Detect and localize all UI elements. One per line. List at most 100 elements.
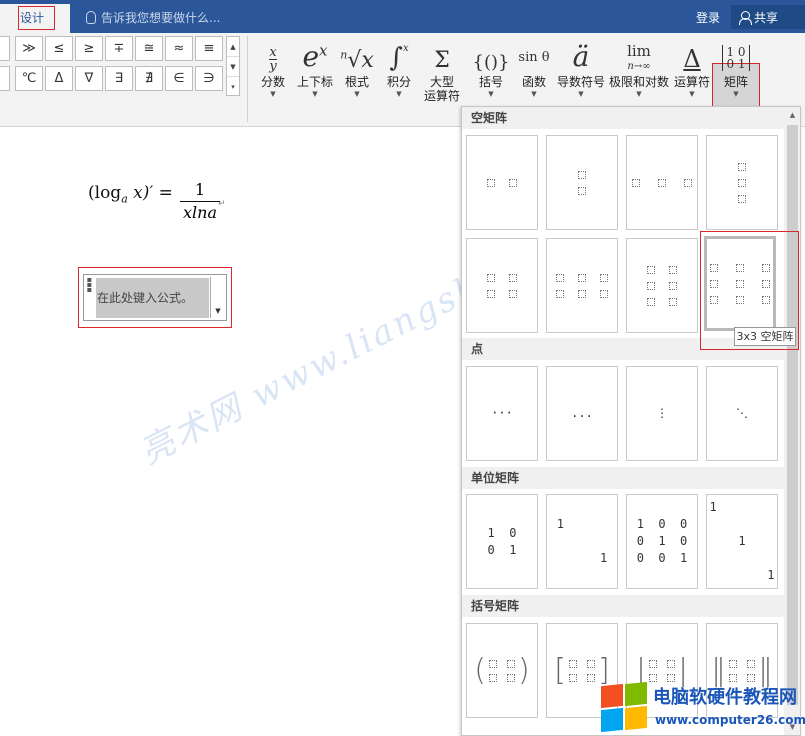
accent-icon: ä — [572, 40, 590, 73]
script-button[interactable]: ex 上下标 ▼ — [294, 35, 336, 123]
identity-matrix-3[interactable]: 1 1 1 — [706, 494, 778, 589]
chevron-down-icon: ▼ — [689, 90, 695, 98]
gallery-down-icon[interactable]: ▼ — [227, 57, 239, 77]
identity-matrix-1[interactable]: 1 1 — [546, 494, 618, 589]
symbol-0-6[interactable]: ≡ — [195, 36, 223, 61]
scroll-thumb[interactable] — [787, 125, 798, 705]
equation-log-derivative[interactable]: (loga x)′ = — [88, 183, 173, 205]
matrix-2x2[interactable] — [466, 238, 538, 333]
bracket-left-icon: [ — [554, 653, 566, 688]
chevron-down-icon: ▼ — [636, 90, 642, 98]
share-button[interactable]: 共享 — [731, 5, 805, 29]
site-logo: 电脑软硬件教程网 www.computer26.com — [598, 680, 805, 734]
placeholder-box — [487, 178, 495, 187]
tell-me-text: 告诉我您想要做什么... — [101, 11, 221, 25]
placeholder-box — [489, 659, 497, 668]
app-root: 设计 告诉我您想要做什么... 登录 共享 ≫ ≤ ≥ ∓ ≅ ≈ ≡ ℃ Δ ∇ ∃ ∄ ∈ ∋ ▲ ▼… — [0, 0, 805, 736]
matrix-grid — [578, 170, 586, 195]
matrix-2x3[interactable] — [546, 238, 618, 333]
identity-matrix-2[interactable]: 1 0 0 0 1 0 0 0 1 — [626, 494, 698, 589]
symbol-0-1[interactable]: ≤ — [45, 36, 73, 61]
placeholder-box — [738, 162, 746, 171]
tooltip: 3x3 空矩阵 — [734, 327, 796, 346]
equation-placeholder[interactable]: 在此处键入公式。 — [96, 278, 209, 318]
symbol-partial[interactable] — [0, 66, 10, 91]
delta-operator-icon: Δ — [683, 45, 701, 73]
gallery-more-icon[interactable]: ▾ — [227, 77, 239, 97]
placeholder-box — [556, 273, 564, 282]
integral-button[interactable]: ∫x 积分 ▼ — [382, 35, 416, 123]
bracket-matrix-content: () — [474, 653, 529, 688]
dots-2[interactable]: ⋮ — [626, 366, 698, 461]
matrix-3x1[interactable] — [706, 135, 778, 230]
symbol-1-4[interactable]: ∄ — [135, 66, 163, 91]
identity-matrix-0[interactable]: 1 0 0 1 — [466, 494, 538, 589]
symbol-0-2[interactable]: ≥ — [75, 36, 103, 61]
tab-design[interactable]: 设计 — [0, 4, 70, 33]
function-label: 函数 — [521, 75, 546, 89]
symbol-0-0[interactable]: ≫ — [15, 36, 43, 61]
symbol-1-6[interactable]: ∋ — [195, 66, 223, 91]
placeholder-box — [600, 289, 608, 298]
symbol-1-0[interactable]: ℃ — [15, 66, 43, 91]
symbol-gallery-scroll[interactable]: ▲ ▼ ▾ — [226, 36, 240, 96]
dots-3[interactable]: ⋱ — [706, 366, 778, 461]
symbol-1-1[interactable]: Δ — [45, 66, 73, 91]
bracket-matrix-0[interactable]: () — [466, 623, 538, 718]
gallery-up-icon[interactable]: ▲ — [227, 37, 239, 57]
matrix-1x3[interactable] — [626, 135, 698, 230]
chevron-down-icon: ▼ — [578, 90, 584, 98]
dots-symbol: ⋮ — [656, 406, 668, 420]
matrix-dropdown-panel: 空矩阵 点 单位矩阵 括号矩阵 ▲ ▼ ···... ⋮ ⋱ 1 0 0 11 11 … — [461, 106, 801, 736]
placeholder-box — [578, 273, 586, 282]
accent-label: 导数符号 — [556, 75, 605, 89]
fraction-icon: xy — [269, 45, 277, 74]
symbol-1-2[interactable]: ∇ — [75, 66, 103, 91]
section-bracket-matrix: 括号矩阵 — [462, 595, 784, 617]
placeholder-box — [667, 659, 675, 668]
chevron-down-icon: ▼ — [488, 90, 494, 98]
limit-icon: lim n→∞ — [627, 42, 651, 73]
radical-button[interactable]: n√x 根式 ▼ — [339, 35, 375, 123]
matrix-grid — [569, 659, 595, 682]
formula-right: x)′ = — [127, 183, 173, 203]
tell-me-search[interactable]: 告诉我您想要做什么... — [86, 9, 220, 26]
symbol-1-5[interactable]: ∈ — [165, 66, 193, 91]
limit-log-label: 极限和对数 — [609, 75, 670, 89]
dots-1[interactable]: ... — [546, 366, 618, 461]
matrix-1x2[interactable] — [466, 135, 538, 230]
matrix-grid — [632, 178, 692, 187]
fraction-button[interactable]: xy 分数 ▼ — [256, 35, 290, 123]
dots-symbol: ⋱ — [736, 406, 748, 420]
symbol-0-3[interactable]: ∓ — [105, 36, 133, 61]
placeholder-box — [507, 673, 515, 682]
panel-scrollbar[interactable]: ▲ ▼ — [784, 107, 800, 735]
placeholder-box — [507, 659, 515, 668]
fraction-bar — [180, 201, 220, 202]
scroll-up-icon[interactable]: ▲ — [784, 107, 800, 123]
dots-symbol: ··· — [491, 406, 513, 420]
placeholder-box — [578, 186, 586, 195]
matrix-2x1[interactable] — [546, 135, 618, 230]
placeholder-box — [509, 289, 517, 298]
integral-icon: ∫x — [389, 43, 409, 73]
large-operator-label: 大型 运算符 — [423, 75, 460, 103]
symbol-0-4[interactable]: ≅ — [135, 36, 163, 61]
large-operator-button[interactable]: Σ 大型 运算符 — [420, 35, 464, 123]
identity-matrix-text: 1 0 0 1 — [487, 525, 517, 557]
grip-handle-icon[interactable]: ▪ ▪ ▪ — [85, 276, 94, 294]
symbol-partial[interactable] — [0, 36, 10, 61]
symbol-0-5[interactable]: ≈ — [165, 36, 193, 61]
placeholder-box — [632, 178, 640, 187]
matrix-3x2[interactable] — [626, 238, 698, 333]
symbol-1-3[interactable]: ∃ — [105, 66, 133, 91]
equation-input-box[interactable]: ▪ ▪ ▪ 在此处键入公式。 ▼ — [83, 274, 227, 321]
formula-left: (log — [88, 183, 122, 203]
equation-options-button[interactable]: ▼ — [210, 277, 225, 318]
dots-symbol: ... — [571, 406, 593, 420]
radical-label: 根式 — [344, 75, 369, 89]
matrix-grid — [738, 162, 746, 203]
login-link[interactable]: 登录 — [696, 9, 720, 26]
dots-0[interactable]: ··· — [466, 366, 538, 461]
sin-theta-icon: sin θ — [518, 50, 550, 65]
